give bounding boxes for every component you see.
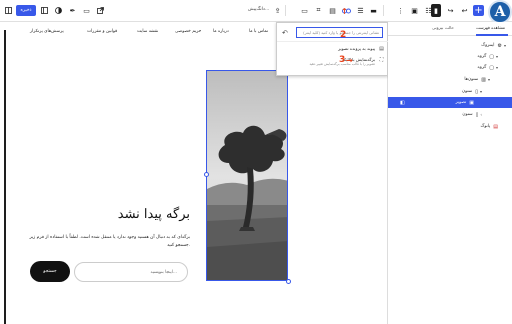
nav-item-about[interactable]: درباره ما — [213, 29, 229, 34]
tree-item-header[interactable]: اینتروگ ⚙ ▾ — [388, 40, 512, 51]
tree-item-label: اینتروگ — [481, 43, 495, 48]
popover-divider — [277, 41, 389, 42]
tree-item-label: ستون‌ها — [464, 77, 479, 82]
tree-item-columns[interactable]: ستون‌ها ▥ ▾ — [388, 74, 512, 85]
save-button[interactable]: ذخیره — [16, 5, 36, 16]
tree-item-label: پانوگ — [480, 124, 491, 129]
column-icon: ▯ — [475, 111, 479, 118]
toolbar-separator — [383, 5, 384, 16]
nav-item-contact[interactable]: تماس با ما — [249, 29, 268, 34]
sidebar-settings-icon[interactable]: ▮ — [431, 4, 441, 17]
expand-on-click-option[interactable]: برگه‌نمایش با کلیک تصویر را با قالب مناس… — [281, 57, 385, 66]
chevron-down-icon[interactable]: ▾ — [488, 77, 490, 82]
redo-icon[interactable]: ↪ — [446, 4, 455, 17]
annotation-arrow-right-icon: → — [346, 56, 353, 65]
tree-item-label: ستون — [461, 89, 473, 94]
preview-icon[interactable]: ▭ — [82, 4, 91, 17]
column-icon: ▯ — [475, 88, 478, 95]
columns-icon: ▥ — [481, 76, 486, 83]
full-width-icon[interactable]: ▬ — [369, 4, 378, 17]
link-to-media-file-option[interactable]: پیوند به پرونده تصویر ▤ — [281, 46, 385, 52]
align-icon[interactable]: ☰ — [356, 4, 365, 17]
nav-item-sitemap[interactable]: نقشه سایت — [137, 29, 158, 34]
chevron-down-icon[interactable]: ▾ — [496, 65, 498, 70]
external-link-icon[interactable] — [96, 4, 105, 17]
upload-icon[interactable]: ⇪ — [273, 4, 282, 17]
text-overlay-icon[interactable]: ▤ — [328, 4, 337, 17]
canvas-edge — [4, 30, 6, 324]
editor-toolbar: ذخیره ✒ ▭ دانگ‌پیش... ⇪ ▭ ⌗ ▤ ☰ ▬ ⋮ ▣ ☷ … — [0, 0, 512, 22]
media-file-icon: ▤ — [379, 46, 384, 52]
fullscreen-icon: ⛶ — [379, 57, 384, 63]
tree-item-column[interactable]: ستون ▯ ‹ — [388, 109, 512, 120]
image-icon: ▣ — [469, 99, 474, 106]
template-label[interactable]: دانگ‌پیش... — [248, 7, 269, 12]
sidebar-tabs: مشاهده فهرست حالت بیرونی — [388, 22, 512, 36]
group-icon: ▢ — [489, 53, 494, 60]
chevron-down-icon[interactable]: ▾ — [504, 43, 506, 48]
sidebar-toggle-icon[interactable] — [4, 4, 12, 17]
nav-item-terms[interactable]: قوانین و مقررات — [87, 29, 117, 34]
resize-handle-left[interactable] — [203, 172, 209, 177]
toolbar-separator — [285, 5, 286, 16]
tree-item-label: ستون — [462, 112, 473, 117]
tree-item-image[interactable]: ◧ تصویر ▣ — [388, 97, 512, 108]
nav-item-privacy[interactable]: حریم خصوصی — [175, 29, 201, 34]
tree-item-label: گروه — [477, 65, 487, 70]
back-arrow-icon[interactable]: ↶ — [282, 29, 288, 37]
list-view-sidebar: مشاهده فهرست حالت بیرونی اینتروگ ⚙ ▾ گرو… — [388, 22, 512, 324]
tree-item-group[interactable]: گروه ▢ ▾ — [388, 62, 512, 73]
tree-item-label: تصویر — [455, 100, 467, 105]
search-button[interactable]: جستجو — [30, 261, 70, 282]
undo-icon[interactable]: ↩ — [460, 4, 469, 17]
add-block-button[interactable]: + — [473, 5, 484, 16]
hero-image[interactable] — [206, 70, 288, 281]
group-icon: ▢ — [489, 64, 494, 71]
annotation-step-2: 2 — [340, 30, 347, 40]
not-found-title: برگه پیدا نشد — [117, 207, 190, 222]
tree-item-group[interactable]: گروه ▢ ▾ — [388, 51, 512, 62]
site-logo: A — [488, 0, 512, 24]
search-input[interactable]: اینجا بنویسید... — [74, 262, 188, 282]
drag-icon[interactable]: ⋮ — [396, 4, 405, 17]
annotation-step-3: 3 — [339, 55, 346, 65]
tree-item-label: گروه — [477, 54, 487, 59]
image-block-icon[interactable]: ▣ — [410, 4, 419, 17]
chevron-down-icon[interactable]: ▾ — [480, 89, 482, 94]
not-found-description: برگه‌ای که به دنبال آن هستید وجود ندارد … — [29, 235, 190, 248]
tab-outline[interactable]: حالت بیرونی — [432, 25, 454, 30]
option-label: پیوند به پرونده تصویر — [338, 46, 375, 51]
footer-icon: ▤ — [493, 123, 498, 130]
nav-item-faq[interactable]: پرسش‌های پرتکرار — [30, 29, 64, 34]
resize-handle-bottom[interactable] — [285, 278, 291, 284]
gear-icon: ⚙ — [497, 42, 502, 49]
tab-list-view[interactable]: مشاهده فهرست — [476, 25, 505, 30]
tab-underline — [476, 34, 508, 36]
tree-item-footer[interactable]: پانوگ ▤ — [388, 121, 512, 132]
contrast-icon[interactable] — [54, 4, 63, 17]
crop-icon[interactable]: ⌗ — [314, 4, 323, 17]
link-popover: ↶ نشانی اینترنتی را جستجو یا وارد کنید (… — [276, 22, 389, 76]
annotation-arrow-up-icon: ↑ — [341, 7, 348, 16]
layout-icon[interactable] — [40, 4, 49, 17]
options-icon[interactable]: ◧ — [400, 100, 405, 106]
chevron-down-icon[interactable]: ▾ — [496, 54, 498, 59]
pen-icon[interactable]: ✒ — [68, 4, 77, 17]
chevron-left-icon[interactable]: ‹ — [480, 112, 482, 117]
tree-item-column[interactable]: ستون ▯ ▾ — [388, 86, 512, 97]
caption-icon[interactable]: ▭ — [300, 4, 309, 17]
